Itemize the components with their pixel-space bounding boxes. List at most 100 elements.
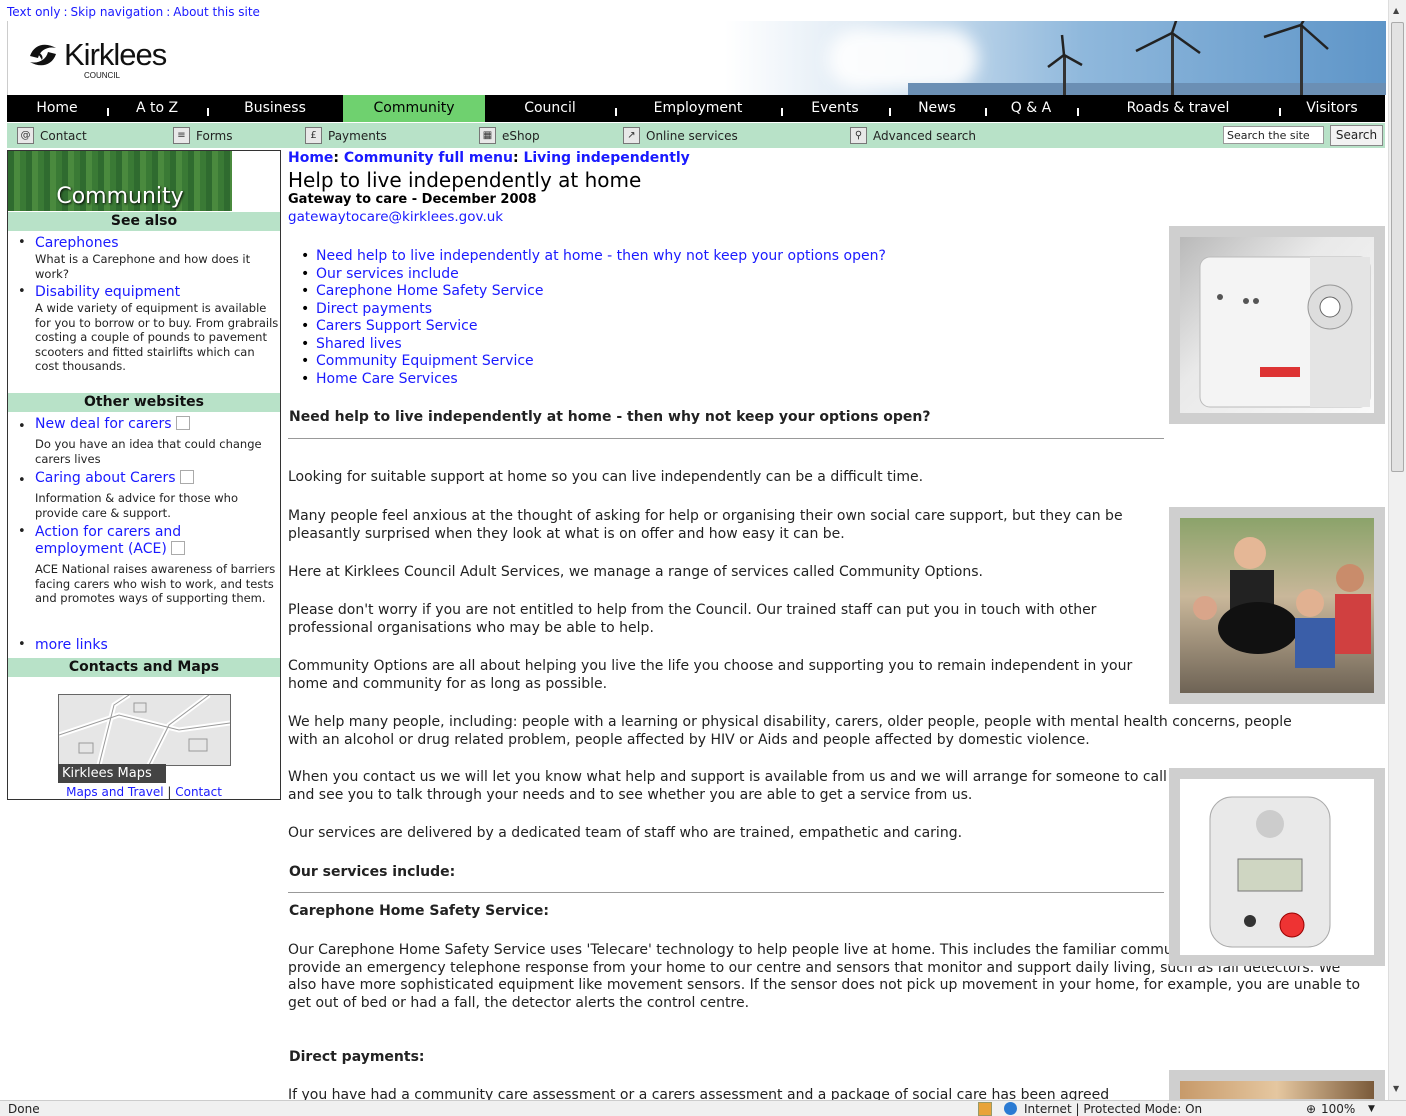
paragraph: Here at Kirklees Council Adult Services,…: [288, 564, 983, 580]
carephones-desc: What is a Carephone and how does it work…: [35, 252, 251, 281]
external-link-icon: [175, 416, 190, 430]
nav-q-and-a[interactable]: Q & A: [985, 95, 1079, 122]
list-item: • more links: [18, 637, 108, 654]
nav-roads-travel[interactable]: Roads & travel: [1077, 95, 1281, 122]
kirklees-logo-icon: [30, 44, 56, 66]
search-button[interactable]: Search: [1330, 125, 1383, 146]
toc-item[interactable]: Community Equipment Service: [301, 353, 886, 371]
divider: [288, 438, 1164, 439]
more-links-link[interactable]: more links: [35, 637, 108, 654]
toc-item[interactable]: Direct payments: [301, 301, 886, 319]
divider: [288, 892, 1164, 893]
toc-item[interactable]: Home Care Services: [301, 371, 886, 389]
nav-employment[interactable]: Employment: [615, 95, 783, 122]
forms-link[interactable]: ≡ Forms: [173, 127, 232, 144]
list-item: • New deal for carers Do you have an ide…: [18, 416, 278, 468]
site-search-input[interactable]: Search the site: [1223, 126, 1324, 144]
online-icon: ↗: [623, 127, 640, 144]
toc-item[interactable]: Shared lives: [301, 336, 886, 354]
scrollbar-thumb[interactable]: [1391, 22, 1404, 472]
map-contact-link[interactable]: Contact: [175, 785, 222, 799]
section-heading: Direct payments:: [289, 1049, 425, 1065]
next-section-photo: [1169, 1070, 1385, 1100]
nav-council[interactable]: Council: [485, 95, 617, 122]
left-sidebar: Community See also • Carephones What is …: [7, 150, 281, 800]
turbine-blades-graphic: [1047, 21, 1329, 68]
list-item: • Disability equipment A wide variety of…: [18, 284, 279, 373]
nav-events[interactable]: Events: [781, 95, 891, 122]
kirklees-logo[interactable]: Kirklees COUNCIL: [26, 37, 167, 80]
basket-icon: ▦: [479, 127, 496, 144]
kirklees-map-thumbnail[interactable]: [58, 694, 231, 766]
zoom-level[interactable]: 100%: [1321, 1102, 1355, 1116]
nav-visitors[interactable]: Visitors: [1279, 95, 1385, 122]
nav-a-to-z[interactable]: A to Z: [107, 95, 209, 122]
browser-viewport: Text only: Skip navigation: About this sit…: [0, 0, 1388, 1100]
eshop-link[interactable]: ▦ eShop: [479, 127, 540, 144]
external-link-icon: [170, 541, 185, 555]
contacts-maps-heading: Contacts and Maps: [8, 658, 280, 677]
about-site-link[interactable]: About this site: [173, 5, 260, 19]
toc-item[interactable]: Carephone Home Safety Service: [301, 283, 886, 301]
caring-about-carers-link[interactable]: Caring about Carers: [35, 470, 194, 487]
text-only-link[interactable]: Text only: [7, 5, 60, 19]
kirklees-maps-label[interactable]: Kirklees Maps: [58, 764, 166, 783]
contact-link[interactable]: @ Contact: [17, 127, 87, 144]
pound-icon: £: [305, 127, 322, 144]
toc-item[interactable]: Our services include: [301, 266, 886, 284]
breadcrumb-home[interactable]: Home: [288, 150, 333, 166]
section-heading: Need help to live independently at home …: [289, 409, 931, 425]
see-also-heading: See also: [8, 212, 280, 231]
security-zone-text: Internet | Protected Mode: On: [1024, 1102, 1203, 1116]
new-deal-desc: Do you have an idea that could change ca…: [35, 437, 262, 466]
list-item: • Carephones What is a Carephone and how…: [18, 235, 278, 283]
at-icon: @: [17, 127, 34, 144]
toc-item[interactable]: Need help to live independently at home …: [301, 248, 886, 266]
external-link-icon: [179, 470, 194, 484]
utility-navigation: @ Contact ≡ Forms £ Payments ▦ eShop ↗ Online…: [7, 123, 1385, 148]
nav-community[interactable]: Community: [343, 95, 485, 122]
scroll-up-arrow-icon[interactable]: ▲: [1393, 6, 1399, 15]
browser-status-bar: Done Internet | Protected Mode: On ⊕ 100…: [0, 1100, 1406, 1116]
main-navigation: Home A to Z Business Community Council E…: [7, 95, 1385, 122]
magnifier-icon: ⚲: [850, 127, 867, 144]
other-websites-heading: Other websites: [8, 393, 280, 412]
page-contents-list: Need help to live independently at home …: [301, 248, 886, 389]
ace-desc: ACE National raises awareness of barrier…: [35, 562, 276, 605]
map-links: Maps and Travel | Contact: [66, 785, 222, 799]
advanced-search-link[interactable]: ⚲ Advanced search: [850, 127, 976, 144]
carephones-link[interactable]: Carephones: [35, 235, 119, 252]
payments-link[interactable]: £ Payments: [305, 127, 387, 144]
logo-council-text: COUNCIL: [84, 71, 121, 80]
scroll-down-arrow-icon[interactable]: ▼: [1393, 1084, 1399, 1093]
breadcrumb-community-menu[interactable]: Community full menu: [344, 150, 513, 166]
breadcrumb: Home: Community full menu: Living indepe…: [288, 150, 690, 166]
section-heading: Carephone Home Safety Service:: [289, 903, 549, 919]
paragraph: When you contact us we will let you know…: [288, 769, 1167, 803]
skip-navigation-link[interactable]: Skip navigation: [71, 5, 164, 19]
online-services-link[interactable]: ↗ Online services: [623, 127, 738, 144]
new-deal-for-carers-link[interactable]: New deal for carers: [35, 416, 190, 433]
telecare-device-photo: [1169, 768, 1385, 966]
nav-business[interactable]: Business: [207, 95, 345, 122]
toc-item[interactable]: Carers Support Service: [301, 318, 886, 336]
disability-equipment-link[interactable]: Disability equipment: [35, 284, 180, 301]
community-banner-image: Community: [8, 151, 232, 211]
nav-home[interactable]: Home: [7, 95, 109, 122]
breadcrumb-living-independently[interactable]: Living independently: [523, 150, 689, 166]
maps-and-travel-link[interactable]: Maps and Travel: [66, 785, 163, 799]
page-title: Help to live independently at home: [288, 168, 642, 192]
paragraph: Many people feel anxious at the thought …: [288, 508, 1123, 542]
list-item: • Caring about Carers Information & advi…: [18, 470, 278, 522]
protected-mode-icon: [978, 1102, 992, 1116]
carers-group-photo: [1169, 507, 1385, 704]
paragraph: Our services are delivered by a dedicate…: [288, 825, 963, 841]
section-heading: Our services include:: [289, 864, 456, 880]
caring-about-carers-desc: Information & advice for those who provi…: [35, 491, 239, 520]
zoom-dropdown-icon[interactable]: ▼: [1368, 1104, 1375, 1114]
nav-news[interactable]: News: [889, 95, 987, 122]
email-link[interactable]: gatewaytocare@kirklees.gov.uk: [288, 209, 503, 225]
ace-link[interactable]: Action for carers and employment (ACE): [35, 524, 205, 558]
vertical-scrollbar[interactable]: ▲ ▼: [1388, 0, 1406, 1100]
status-text: Done: [8, 1102, 40, 1116]
